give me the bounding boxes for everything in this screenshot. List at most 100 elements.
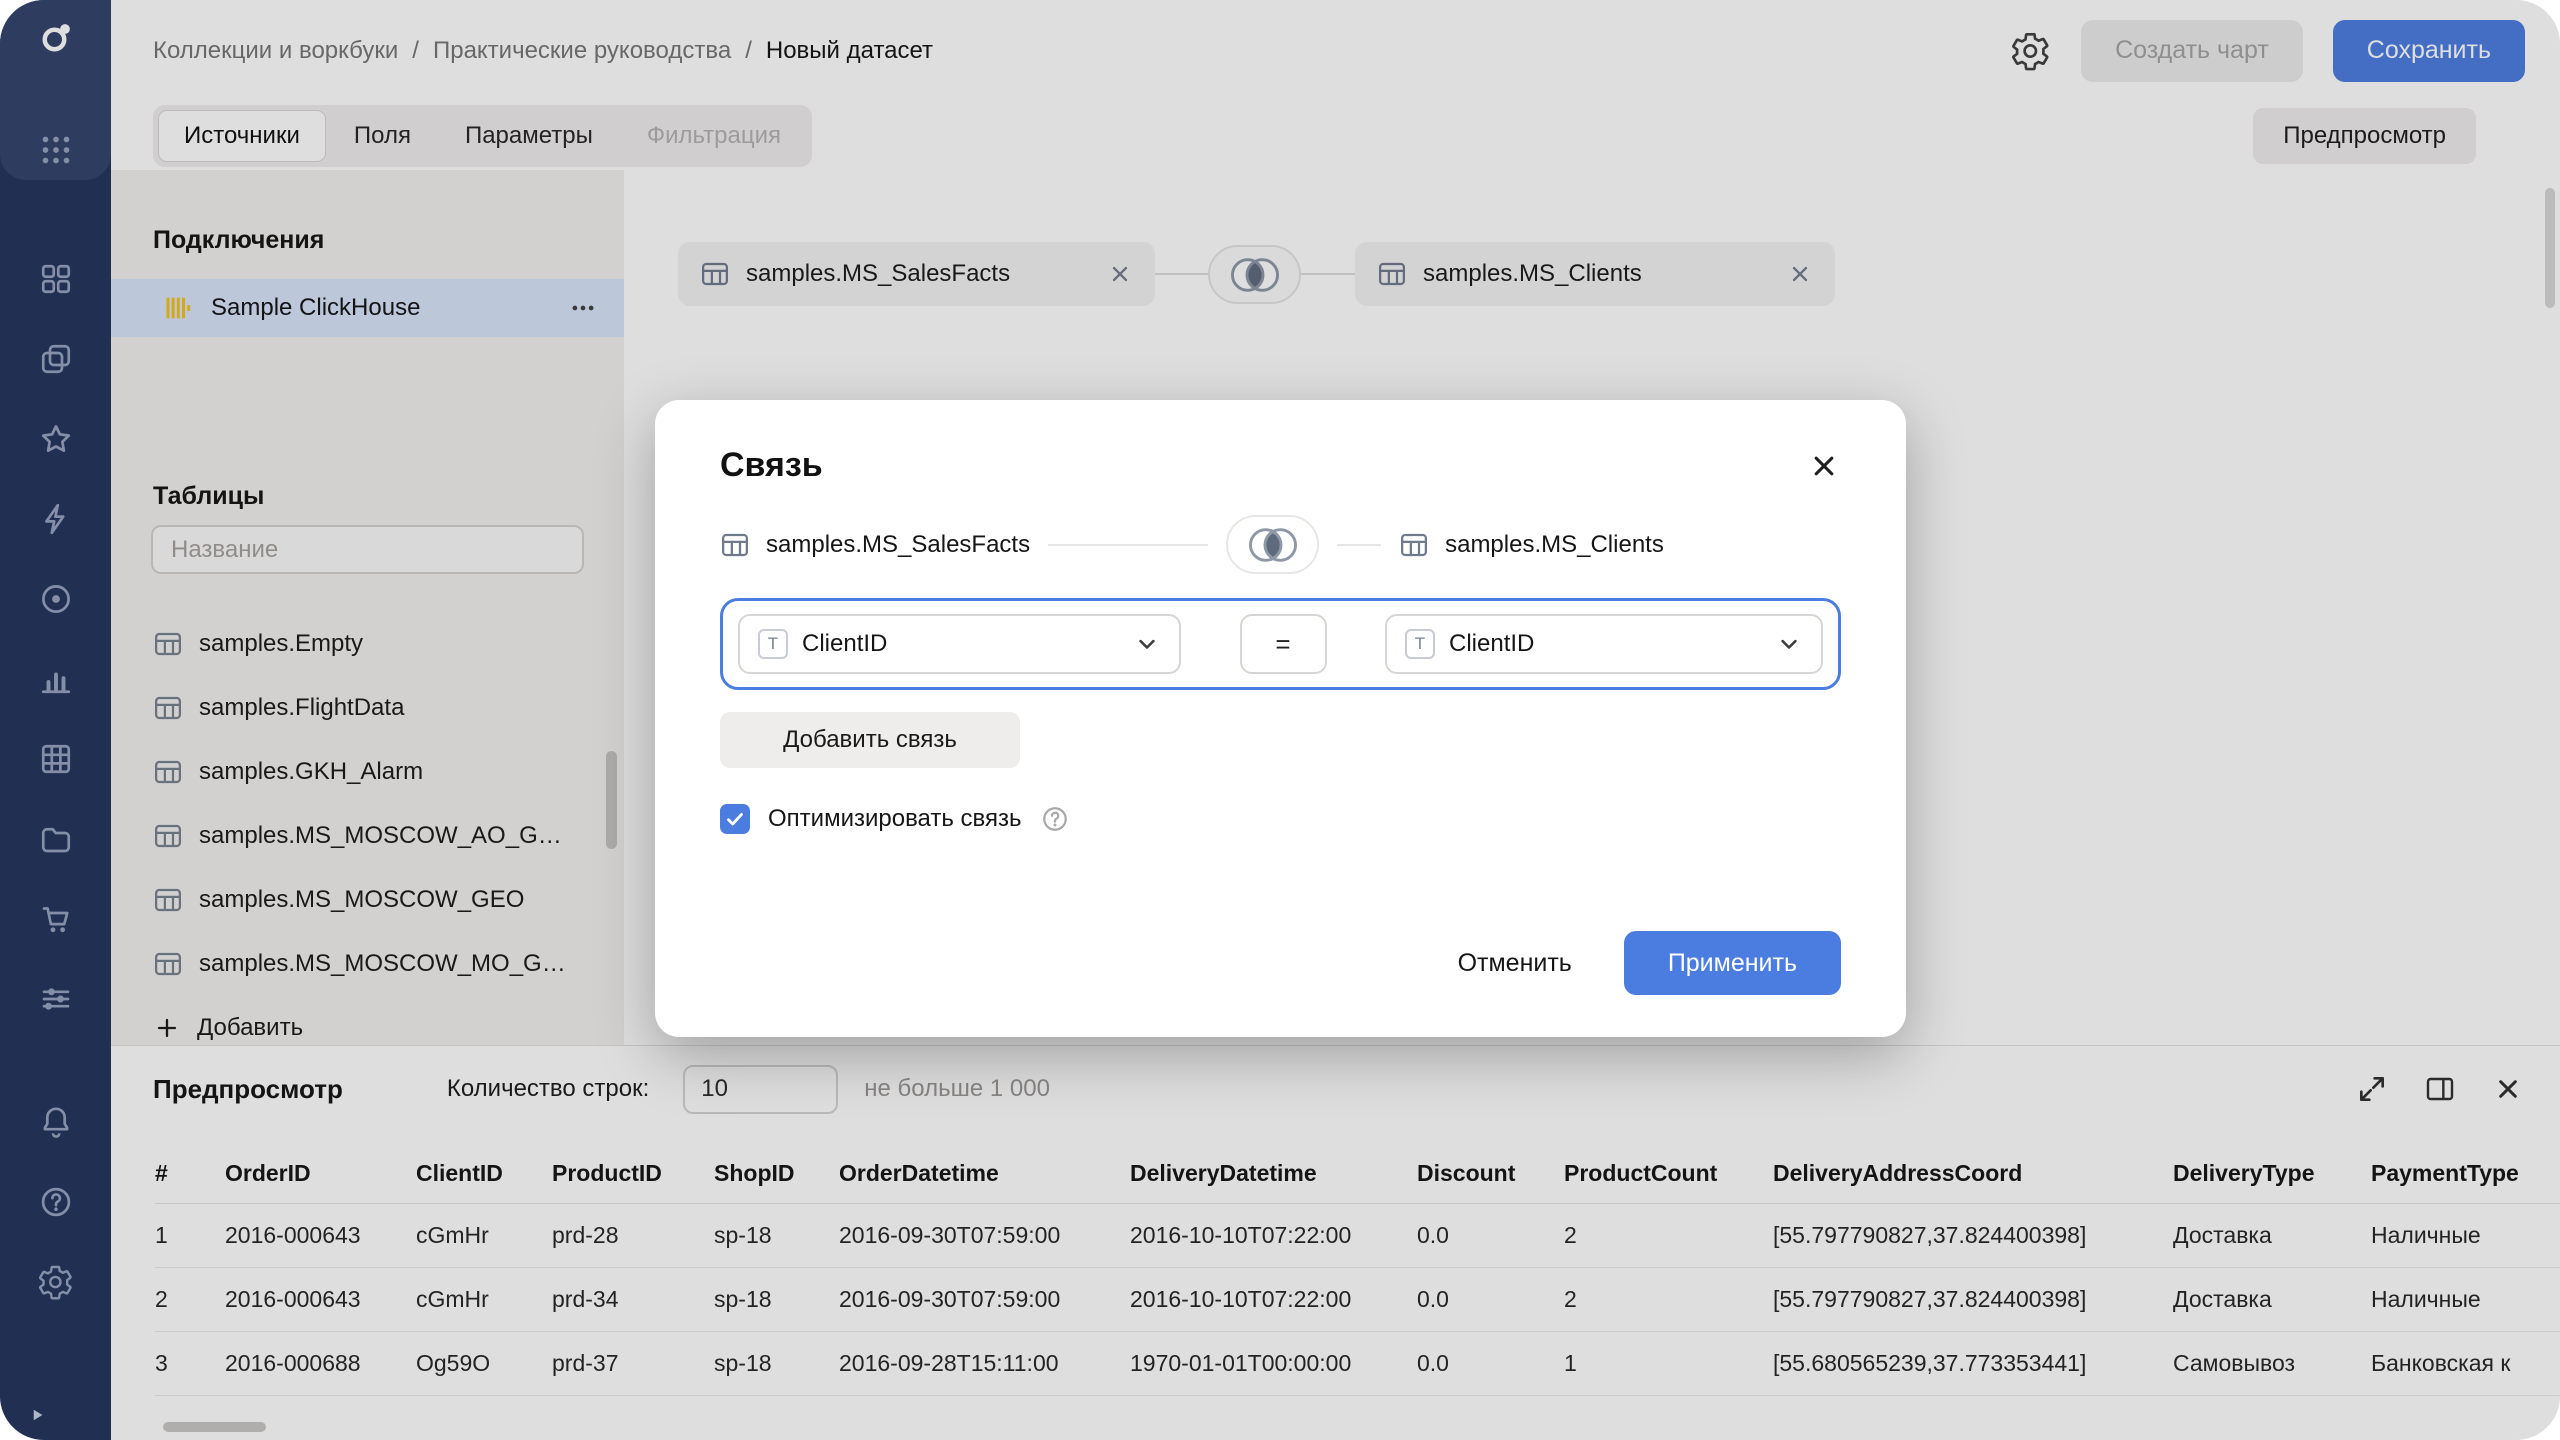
left-field-select[interactable]: T ClientID xyxy=(738,614,1181,674)
operator-value: = xyxy=(1275,629,1290,660)
help-icon[interactable] xyxy=(1040,804,1070,834)
connection-item[interactable]: Sample ClickHouse xyxy=(111,279,624,337)
column-header: OrderID xyxy=(225,1144,416,1203)
apply-button[interactable]: Применить xyxy=(1624,931,1841,995)
apps-grid-icon[interactable] xyxy=(38,132,74,168)
storage-folder-icon[interactable] xyxy=(38,821,74,857)
dashboards-icon[interactable] xyxy=(38,261,74,297)
breadcrumb: Коллекции и воркбуки / Практические руко… xyxy=(153,37,933,65)
horizontal-scrollbar-thumb[interactable] xyxy=(163,1422,266,1432)
join-type-toggle[interactable] xyxy=(1226,515,1319,574)
expand-icon[interactable] xyxy=(2356,1073,2388,1105)
rail-nav xyxy=(38,261,74,1017)
marketplace-cart-icon[interactable] xyxy=(38,901,74,937)
close-icon[interactable] xyxy=(1787,261,1813,287)
column-header: # xyxy=(155,1144,225,1203)
table-cell: Банковская к xyxy=(2371,1331,2560,1395)
column-header: Discount xyxy=(1417,1144,1564,1203)
modal-left-table-name: samples.MS_SalesFacts xyxy=(766,531,1030,559)
list-item-table[interactable]: samples.Empty xyxy=(111,612,624,676)
optimize-checkbox[interactable] xyxy=(720,804,750,834)
breadcrumb-guides[interactable]: Практические руководства xyxy=(433,37,731,65)
editor-lightning-icon[interactable] xyxy=(38,501,74,537)
datasets-grid-icon[interactable] xyxy=(38,741,74,777)
collections-icon[interactable] xyxy=(38,341,74,377)
scrollbar-thumb[interactable] xyxy=(2545,188,2555,308)
app-window: Коллекции и воркбуки / Практические руко… xyxy=(0,0,2560,1440)
table-icon xyxy=(1399,530,1429,560)
list-item-table[interactable]: samples.GKH_Alarm xyxy=(111,740,624,804)
datalens-logo[interactable] xyxy=(38,20,74,56)
column-header: ProductID xyxy=(552,1144,714,1203)
close-icon[interactable] xyxy=(1807,449,1841,483)
collapse-arrow-icon[interactable] xyxy=(24,1402,50,1428)
join-operator-select[interactable]: = xyxy=(1240,614,1327,674)
gear-icon[interactable] xyxy=(2011,31,2051,71)
notifications-bell-icon[interactable] xyxy=(38,1104,74,1140)
list-item-table[interactable]: samples.FlightData xyxy=(111,676,624,740)
table-cell: 2016-09-28T15:11:00 xyxy=(839,1331,1130,1395)
list-item-table[interactable]: samples.MS_MOSCOW_MO_G… xyxy=(111,932,624,996)
breadcrumb-collections[interactable]: Коллекции и воркбуки xyxy=(153,37,398,65)
table-cell: 2016-000643 xyxy=(225,1267,416,1331)
scrollbar-thumb[interactable] xyxy=(606,751,617,849)
table-cell: Доставка xyxy=(2173,1267,2371,1331)
table-icon xyxy=(153,885,183,915)
join-modal: Связь samples.MS_SalesFacts samples.MS_C… xyxy=(655,400,1906,1037)
preview-toggle-button[interactable]: Предпросмотр xyxy=(2253,108,2476,164)
table-cell: Доставка xyxy=(2173,1203,2371,1267)
table-cell: Самовывоз xyxy=(2173,1331,2371,1395)
modal-left-table: samples.MS_SalesFacts xyxy=(720,530,1030,560)
right-field-select[interactable]: T ClientID xyxy=(1385,614,1823,674)
table-cell: prd-37 xyxy=(552,1331,714,1395)
plus-icon xyxy=(153,1014,181,1042)
list-item-table[interactable]: samples.MS_MOSCOW_GEO xyxy=(111,868,624,932)
row-count-input[interactable] xyxy=(683,1065,838,1114)
field-type-string-icon: T xyxy=(758,629,788,659)
tab-bar: Источники Поля Параметры Фильтрация Пред… xyxy=(111,101,2560,170)
list-item-table[interactable]: samples.MS_MOSCOW_AO_G… xyxy=(111,804,624,868)
tables-title: Таблицы xyxy=(153,482,624,511)
table-cell: 1970-01-01T00:00:00 xyxy=(1130,1331,1417,1395)
settings-gear-icon[interactable] xyxy=(38,1264,74,1300)
settings-sliders-icon[interactable] xyxy=(38,981,74,1017)
breadcrumb-separator: / xyxy=(745,37,752,65)
preview-panel: Предпросмотр Количество строк: не больше… xyxy=(111,1045,2560,1440)
monitoring-target-icon[interactable] xyxy=(38,581,74,617)
close-icon[interactable] xyxy=(1107,261,1133,287)
connections-title: Подключения xyxy=(153,226,624,255)
help-icon[interactable] xyxy=(38,1184,74,1220)
table-row: 3 2016-000688 Og59O prd-37 sp-18 2016-09… xyxy=(155,1331,2560,1395)
save-button[interactable]: Сохранить xyxy=(2333,20,2525,82)
create-chart-button[interactable]: Создать чарт xyxy=(2081,20,2303,82)
tab-fields[interactable]: Поля xyxy=(328,110,437,162)
table-cell: 2016-10-10T07:22:00 xyxy=(1130,1267,1417,1331)
canvas-table-chip-clients[interactable]: samples.MS_Clients xyxy=(1355,242,1835,306)
table-cell: 2 xyxy=(155,1267,225,1331)
header-actions: Создать чарт Сохранить xyxy=(2011,20,2525,82)
tab-parameters[interactable]: Параметры xyxy=(439,110,619,162)
tab-sources[interactable]: Источники xyxy=(158,110,326,162)
tab-filtering[interactable]: Фильтрация xyxy=(621,110,807,162)
column-header: ShopID xyxy=(714,1144,839,1203)
column-header: ClientID xyxy=(416,1144,552,1203)
charts-icon[interactable] xyxy=(38,661,74,697)
cancel-button[interactable]: Отменить xyxy=(1434,931,1596,995)
table-cell: [55.797790827,37.824400398] xyxy=(1773,1267,2173,1331)
preview-title: Предпросмотр xyxy=(153,1074,343,1105)
split-view-icon[interactable] xyxy=(2424,1073,2456,1105)
table-name: samples.GKH_Alarm xyxy=(199,758,423,786)
close-icon[interactable] xyxy=(2492,1073,2524,1105)
connection-menu-icon[interactable] xyxy=(568,293,598,323)
row-count-hint: не больше 1 000 xyxy=(864,1075,1050,1103)
join-type-indicator[interactable] xyxy=(1208,245,1301,304)
canvas-table-chip-salesfacts[interactable]: samples.MS_SalesFacts xyxy=(678,242,1155,306)
table-search-input[interactable] xyxy=(151,525,584,574)
table-icon xyxy=(1377,259,1407,289)
table-header-row: # OrderID ClientID ProductID ShopID Orde… xyxy=(155,1144,2560,1203)
favorites-star-icon[interactable] xyxy=(38,421,74,457)
table-cell: 2016-000643 xyxy=(225,1203,416,1267)
chip-label: samples.MS_Clients xyxy=(1423,260,1642,288)
right-field-value: ClientID xyxy=(1449,630,1534,658)
add-link-button[interactable]: Добавить связь xyxy=(720,712,1020,768)
